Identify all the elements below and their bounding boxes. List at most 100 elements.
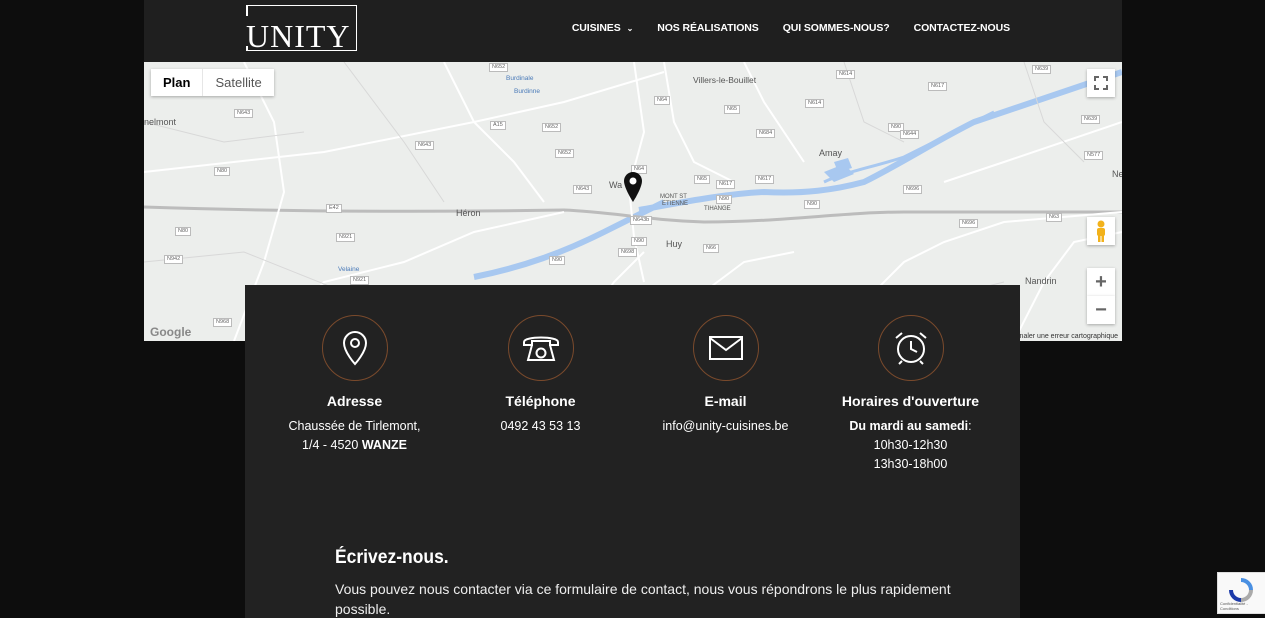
road-shield: N80 [175,227,192,236]
nav-cuisines-label: CUISINES [571,22,621,34]
road-shield: N614 [836,70,856,79]
map-pin-marker[interactable] [624,172,642,202]
road-shield: N80 [214,167,231,176]
road-shield: N644 [900,130,920,139]
map-label-huy: Huy [666,239,683,249]
address-icon-circle [321,315,388,381]
email-address[interactable]: info@unity-cuisines.be [633,417,818,436]
email-icon-circle [692,315,759,381]
map-label-wanze: Wa [609,180,623,190]
zoom-out-icon: − [1095,298,1107,321]
hours-icon-circle [877,315,944,381]
road-shield: N921 [350,276,370,285]
road-shield: N652 [489,63,509,72]
recaptcha-badge[interactable]: Confidentialité - Conditions [1217,572,1265,614]
address-line2: 1/4 - 4520 [302,438,362,452]
address-title: Adresse [326,393,383,409]
road-shield: N643 [573,185,593,194]
hours-days-suffix: : [968,419,972,433]
nav-cuisines[interactable]: CUISINES ⌄ [571,22,634,34]
road-shield: N639 [1032,65,1052,74]
nav-contact-label: CONTACTEZ-NOUS [913,22,1011,34]
map-label-heron: Héron [456,208,481,218]
fullscreen-icon [1094,76,1108,90]
fullscreen-button[interactable] [1087,69,1115,97]
phone-number[interactable]: 0492 43 53 13 [448,417,633,436]
zoom-in-button[interactable]: + [1087,268,1115,296]
road-shield: E42 [326,204,342,213]
road-shield: N577 [1084,151,1104,160]
info-email: E-mail info@unity-cuisines.be [633,315,818,436]
road-shield: N652 [555,149,575,158]
address-city: WANZE [361,438,407,452]
contact-info-card: Adresse Chaussée de Tirlemont, 1/4 - 452… [245,285,1020,618]
map-label-amay: Amay [819,148,843,158]
street-view-pegman-button[interactable] [1087,217,1115,245]
map-type-satellite-button[interactable]: Satellite [202,69,273,96]
unity-logo[interactable]: UNITY [246,5,357,54]
road-shield: N617 [755,175,775,184]
hours-title: Horaires d'ouverture [841,393,980,409]
road-shield: N968 [213,318,233,327]
map-label-burdinale: Burdinale [506,75,534,82]
road-shield: A15 [490,121,506,130]
contact-form-intro: Vous pouvez nous contacter via ce formul… [335,581,951,617]
telephone-icon [522,336,559,361]
info-phone: Téléphone 0492 43 53 13 [448,315,633,436]
road-shield: N617 [716,180,736,189]
zoom-out-button[interactable]: − [1087,296,1115,324]
nav-qui-sommes-nous[interactable]: QUI SOMMES-NOUS? [783,22,890,34]
road-shield: N684 [756,129,776,138]
main-nav: CUISINES ⌄ NOS RÉALISATIONS QUI SOMMES-N… [572,22,1010,34]
road-shield: N90 [716,195,733,204]
envelope-icon [708,336,743,360]
address-line1: Chaussée de Tirlemont, [288,419,421,433]
map-label-burdinne: Burdinne [514,88,541,95]
hours-slot-morning: 10h30-12h30 [873,438,948,452]
map-report-error-link[interactable]: naler une erreur cartographique [1020,333,1118,340]
alarm-clock-icon [894,332,927,365]
map-label-velaine: Velaine [338,266,360,273]
road-shield: N942 [164,255,184,264]
map-label-villers: Villers-le-Bouillet [693,75,757,85]
address-text: Chaussée de Tirlemont, 1/4 - 4520 WANZE [262,417,447,455]
map-label-tihange: TIHANGE [704,206,731,212]
hours-text: Du mardi au samedi: 10h30-12h30 13h30-18… [818,417,1003,474]
info-hours: Horaires d'ouverture Du mardi au samedi:… [818,315,1003,474]
road-shield: N90 [631,237,648,246]
nav-realisations[interactable]: NOS RÉALISATIONS [657,22,759,34]
map-type-plan-button[interactable]: Plan [151,69,202,96]
recaptcha-icon [1229,578,1253,602]
logo-text: UNITY [246,18,351,54]
info-address: Adresse Chaussée de Tirlemont, 1/4 - 452… [262,315,447,455]
map-pin-icon [342,330,367,366]
map-label-ne: Ne [1112,169,1122,179]
road-shield: N90 [549,256,566,265]
road-shield: N64 [654,96,671,105]
hours-slot-afternoon: 13h30-18h00 [873,457,948,471]
map-label-etienne: ETIENNE [662,201,689,207]
contact-form-title: Écrivez-nous. [335,547,449,568]
site-header: UNITY CUISINES ⌄ NOS RÉALISATIONS QUI SO… [144,0,1122,62]
road-shield: N696 [903,185,923,194]
road-shield: N643b [630,216,653,225]
nav-contactez-nous[interactable]: CONTACTEZ-NOUS [913,22,1011,34]
road-shield: N639 [1081,115,1101,124]
hours-days: Du mardi au samedi [849,419,969,433]
email-title: E-mail [704,393,747,409]
road-shield: N617 [928,82,948,91]
road-shield: N65 [694,175,711,184]
map-label-nelmont: nelmont [144,117,177,127]
chevron-down-icon: ⌄ [626,23,634,33]
road-shield: N643 [415,141,435,150]
road-shield: N65 [724,105,741,114]
road-shield: N90 [804,200,821,209]
phone-title: Téléphone [505,393,576,409]
nav-realisations-label: NOS RÉALISATIONS [657,22,759,34]
map-label-nandrin: Nandrin [1025,276,1057,286]
pegman-icon [1097,220,1105,242]
road-shield: N696 [959,219,979,228]
map-type-control: Plan Satellite [151,69,274,96]
recaptcha-links[interactable]: Confidentialité - Conditions [1220,601,1265,611]
road-shield: N921 [336,233,356,242]
